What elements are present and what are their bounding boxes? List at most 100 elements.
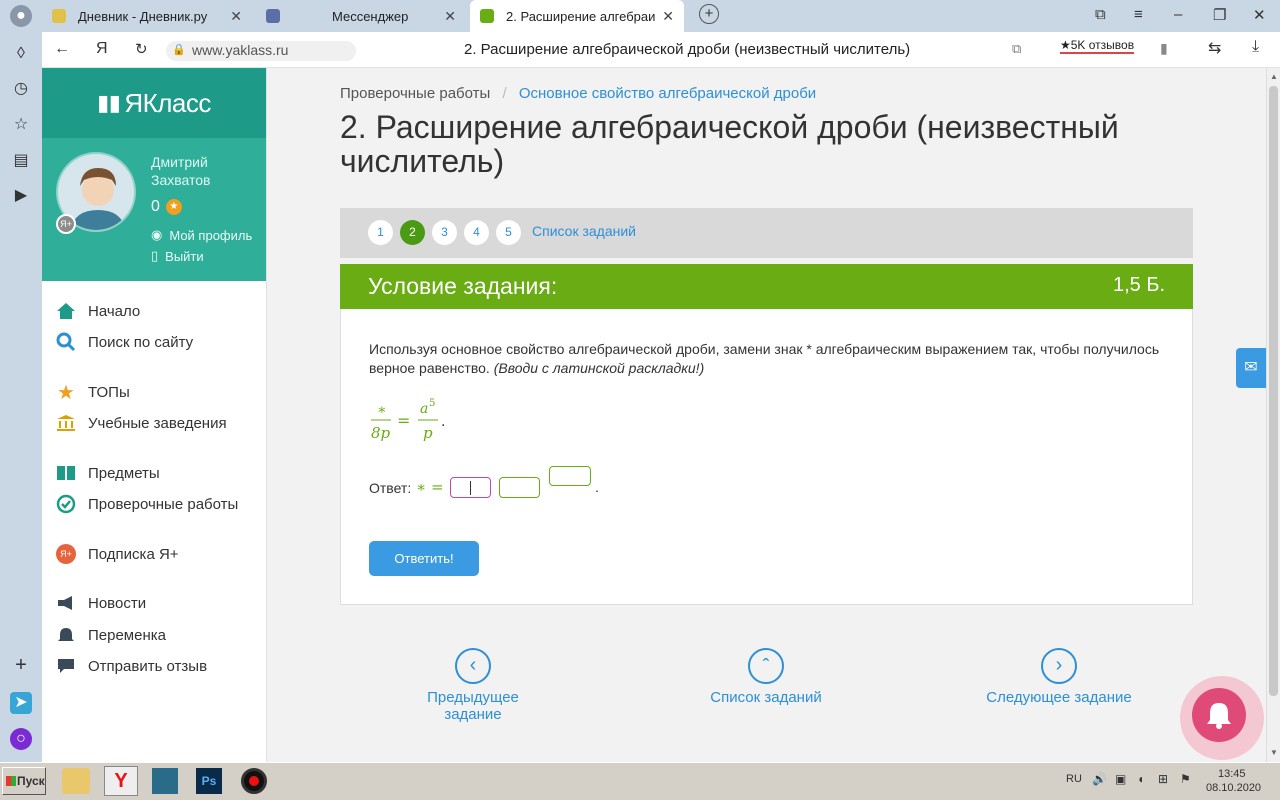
messenger-panel-icon[interactable]: ➤ — [10, 692, 32, 714]
coefficient-input[interactable] — [450, 477, 491, 498]
condition-heading: Условие задания: — [368, 273, 558, 299]
menu-icon[interactable]: ≡ — [1134, 6, 1143, 23]
page-pill-4[interactable]: 4 — [464, 220, 489, 245]
yandex-browser-icon[interactable]: Y — [104, 766, 138, 796]
svg-text:=: = — [397, 411, 410, 430]
download-icon[interactable]: ⤓ — [1252, 38, 1259, 56]
sidebar-item-tests[interactable]: Проверочные работы — [56, 494, 238, 514]
sidebar-item-home[interactable]: Начало — [56, 301, 140, 321]
translate-icon[interactable]: ⇆ — [1208, 38, 1221, 58]
sidebar-item-schools[interactable]: Учебные заведения — [56, 413, 227, 433]
page-pill-5[interactable]: 5 — [496, 220, 521, 245]
bookmark-icon[interactable]: ▮ — [1160, 40, 1168, 57]
task-list-bottom-link[interactable]: ˆ Список заданий — [691, 648, 841, 706]
network-icon[interactable]: ⊞ — [1158, 772, 1168, 786]
back-icon[interactable]: ← — [54, 40, 70, 58]
close-icon[interactable]: ✕ — [662, 8, 674, 25]
sidebar-item-label: Начало — [88, 302, 141, 320]
tab-yaklass[interactable]: 2. Расширение алгебраиче ✕ — [470, 0, 684, 32]
photoshop-icon[interactable]: Ps — [196, 768, 222, 794]
explorer-icon[interactable] — [62, 768, 90, 794]
record-icon[interactable] — [241, 768, 267, 794]
tab-messenger[interactable]: Мессенджер ✕ — [256, 0, 466, 32]
page-pill-1[interactable]: 1 — [368, 220, 393, 245]
logo[interactable]: ▮▮ ЯКласс — [42, 68, 266, 138]
task-points: 1,5 Б. — [1112, 274, 1165, 296]
breadcrumb-separator: / — [502, 85, 507, 102]
task-hint: (Вводи с латинской раскладки!) — [493, 360, 705, 376]
sidebar-item-label: Поиск по сайту — [88, 333, 194, 351]
language-indicator[interactable]: RU — [1066, 773, 1082, 785]
variable-input[interactable] — [499, 477, 540, 498]
notifications-icon[interactable]: ◊ — [10, 43, 32, 65]
submit-answer-button[interactable]: Ответить! — [369, 541, 479, 576]
flag-icon[interactable]: ⚑ — [1180, 772, 1191, 786]
close-icon[interactable]: ✕ — [230, 8, 242, 25]
prev-task-link[interactable]: ‹ Предыдущее задание — [398, 648, 548, 723]
close-icon[interactable]: ✕ — [444, 8, 456, 25]
bookmarks-icon[interactable]: ⧉ — [1095, 6, 1106, 23]
page-pill-2[interactable]: 2 — [400, 220, 425, 245]
start-button[interactable]: Пуск — [2, 767, 46, 795]
sidebar-item-feedback[interactable]: Отправить отзыв — [56, 656, 207, 676]
windows-taskbar: Пуск Y Ps RU 🔊 ▣ ◖ ⊞ ⚑ 13:45 08.10.2020 — [0, 762, 1280, 800]
sidebar-item-label: Новости — [88, 594, 147, 612]
sidebar-item-search[interactable]: Поиск по сайту — [56, 332, 193, 352]
lock-icon: 🔒 — [172, 44, 186, 56]
breadcrumb-tests[interactable]: Проверочные работы — [340, 85, 490, 102]
tray-icon[interactable]: ▣ — [1115, 772, 1126, 786]
minimize-icon[interactable]: – — [1174, 6, 1182, 23]
copy-icon[interactable]: ⧉ — [1012, 41, 1021, 57]
sidebar-item-subjects[interactable]: Предметы — [56, 463, 160, 483]
logout-link[interactable]: ▯ Выйти — [151, 248, 204, 264]
sidebar-item-tops[interactable]: ★ ТОПы — [56, 382, 130, 404]
breadcrumb-topic[interactable]: Основное свойство алгебраической дроби — [519, 85, 816, 102]
bell-icon — [56, 625, 76, 645]
favorites-icon[interactable]: ☆ — [10, 114, 32, 136]
next-task-link[interactable]: › Следующее задание — [984, 648, 1134, 706]
bell-notify-icon — [1192, 688, 1246, 742]
tab-dnevnik[interactable]: Дневник - Дневник.ру ✕ — [42, 0, 252, 32]
exponent-input[interactable] — [549, 466, 591, 486]
sidebar-item-subscription[interactable]: Я+ Подписка Я+ — [56, 544, 179, 564]
user-last-name: Захватов — [151, 172, 211, 188]
yandex-icon[interactable]: Я — [96, 40, 108, 58]
sidebar-item-break[interactable]: Переменка — [56, 625, 166, 645]
sound-tray-icon[interactable]: ◖ — [1137, 772, 1144, 786]
chevron-left-icon: ‹ — [455, 648, 491, 684]
user-name[interactable]: Дмитрий Захватов — [151, 153, 210, 189]
site-sidebar: ▮▮ ЯКласс Я+ Дмитрий Захватов 0 ★ ◉ Мой … — [42, 68, 267, 762]
alice-icon[interactable]: ○ — [10, 728, 32, 750]
app-icon[interactable] — [152, 768, 178, 794]
mail-icon[interactable]: ✉ — [1236, 348, 1266, 388]
page-title: 2. Расширение алгебраической дроби (неиз… — [340, 109, 1119, 179]
my-profile-link[interactable]: ◉ Мой профиль — [151, 227, 252, 243]
user-icon[interactable]: ● — [10, 5, 32, 27]
answer-label: Ответ: — [369, 480, 412, 496]
window-close-icon[interactable]: ✕ — [1253, 6, 1266, 24]
sidebar-item-label: ТОПы — [88, 383, 130, 401]
collections-icon[interactable]: ▤ — [10, 150, 32, 172]
media-icon[interactable]: ▶ — [10, 185, 32, 207]
scroll-thumb[interactable] — [1269, 86, 1278, 696]
reload-icon[interactable]: ↻ — [135, 40, 148, 58]
scroll-up-icon[interactable]: ▲ — [1270, 72, 1278, 81]
sidebar-item-label: Переменка — [88, 626, 166, 644]
new-tab-icon[interactable]: + — [699, 4, 719, 24]
page-scrollbar[interactable]: ▲ ▼ — [1266, 68, 1280, 762]
add-panel-icon[interactable]: + — [10, 654, 32, 676]
sidebar-item-news[interactable]: Новости — [56, 593, 146, 613]
url-domain[interactable]: www.yaklass.ru — [192, 42, 288, 58]
task-text: Используя основное свойство алгебраическ… — [369, 341, 1160, 376]
volume-icon[interactable]: 🔊 — [1092, 772, 1107, 786]
reviews-badge[interactable]: ★5K отзывов — [1060, 38, 1135, 54]
svg-text:.: . — [441, 414, 445, 430]
feedback-icon — [56, 656, 76, 676]
search-icon — [56, 332, 76, 352]
restore-icon[interactable]: ❐ — [1213, 6, 1226, 24]
scroll-down-icon[interactable]: ▼ — [1270, 748, 1278, 757]
notification-button[interactable] — [1180, 676, 1264, 760]
page-pill-3[interactable]: 3 — [432, 220, 457, 245]
task-list-link[interactable]: Список заданий — [532, 223, 636, 239]
history-icon[interactable]: ◷ — [10, 78, 32, 100]
